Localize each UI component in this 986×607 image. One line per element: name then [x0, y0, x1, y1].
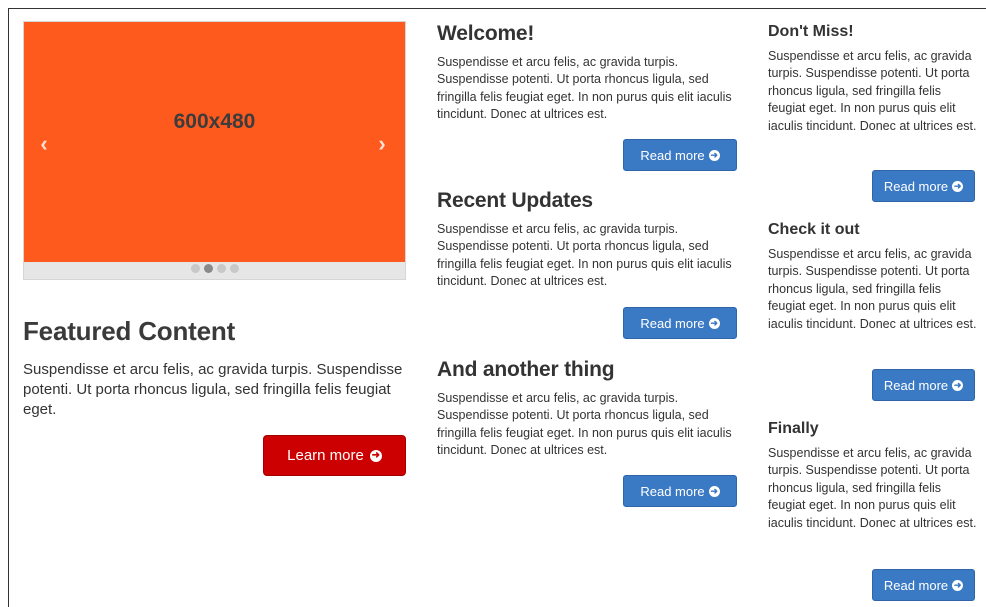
featured-title: Featured Content [23, 316, 236, 346]
arrow-circle-right-icon: ➜ [952, 379, 964, 391]
section-recent-updates: Recent Updates Suspendisse et arcu felis… [437, 189, 739, 291]
section-finally: Finally Suspendisse et arcu felis, ac gr… [768, 420, 980, 532]
read-more-button[interactable]: Read more ➜ [872, 569, 975, 601]
read-more-label: Read more [883, 178, 949, 194]
carousel-dot[interactable] [229, 264, 239, 273]
arrow-circle-right-icon: ➜ [708, 317, 720, 329]
carousel-indicators [24, 264, 405, 273]
carousel-next-icon[interactable]: › [370, 132, 394, 156]
carousel-slide[interactable]: 600x480 ‹ › [24, 22, 405, 262]
read-more-label: Read more [883, 377, 949, 393]
section-title: Welcome! [437, 22, 535, 45]
read-more-button[interactable]: Read more ➜ [623, 139, 737, 171]
carousel-dot[interactable] [190, 264, 200, 273]
arrow-circle-right-icon: ➜ [369, 449, 382, 462]
read-more-button[interactable]: Read more ➜ [872, 170, 975, 202]
section-text: Suspendisse et arcu felis, ac gravida tu… [768, 446, 977, 530]
read-more-button[interactable]: Read more ➜ [623, 307, 737, 339]
read-more-button[interactable]: Read more ➜ [872, 369, 975, 401]
featured-text: Suspendisse et arcu felis, ac gravida tu… [23, 361, 403, 418]
section-title: Recent Updates [437, 189, 593, 212]
read-more-button[interactable]: Read more ➜ [623, 475, 737, 507]
section-text: Suspendisse et arcu felis, ac gravida tu… [437, 55, 732, 122]
section-text: Suspendisse et arcu felis, ac gravida tu… [768, 49, 977, 133]
section-title: Don't Miss! [768, 23, 854, 40]
section-text: Suspendisse et arcu felis, ac gravida tu… [437, 222, 732, 289]
carousel-dot-active[interactable] [203, 264, 213, 273]
arrow-circle-right-icon: ➜ [708, 149, 720, 161]
read-more-label: Read more [883, 577, 949, 593]
section-title: And another thing [437, 358, 615, 381]
section-check-it-out: Check it out Suspendisse et arcu felis, … [768, 221, 980, 333]
section-dont-miss: Don't Miss! Suspendisse et arcu felis, a… [768, 23, 980, 135]
learn-more-button[interactable]: Learn more ➜ [263, 435, 406, 476]
read-more-label: Read more [640, 483, 705, 499]
read-more-label: Read more [640, 315, 705, 331]
section-another-thing: And another thing Suspendisse et arcu fe… [437, 358, 739, 460]
section-text: Suspendisse et arcu felis, ac gravida tu… [437, 391, 732, 458]
arrow-circle-right-icon: ➜ [708, 485, 720, 497]
carousel-dot[interactable] [216, 264, 226, 273]
image-carousel: 600x480 ‹ › [23, 21, 406, 280]
arrow-circle-right-icon: ➜ [952, 579, 964, 591]
arrow-circle-right-icon: ➜ [952, 180, 964, 192]
carousel-prev-icon[interactable]: ‹ [32, 132, 56, 156]
section-welcome: Welcome! Suspendisse et arcu felis, ac g… [437, 22, 739, 124]
section-title: Finally [768, 420, 819, 437]
learn-more-label: Learn more [287, 447, 364, 464]
section-title: Check it out [768, 221, 860, 238]
read-more-label: Read more [640, 147, 705, 163]
section-text: Suspendisse et arcu felis, ac gravida tu… [768, 247, 977, 331]
slide-placeholder-label: 600x480 [173, 110, 256, 133]
